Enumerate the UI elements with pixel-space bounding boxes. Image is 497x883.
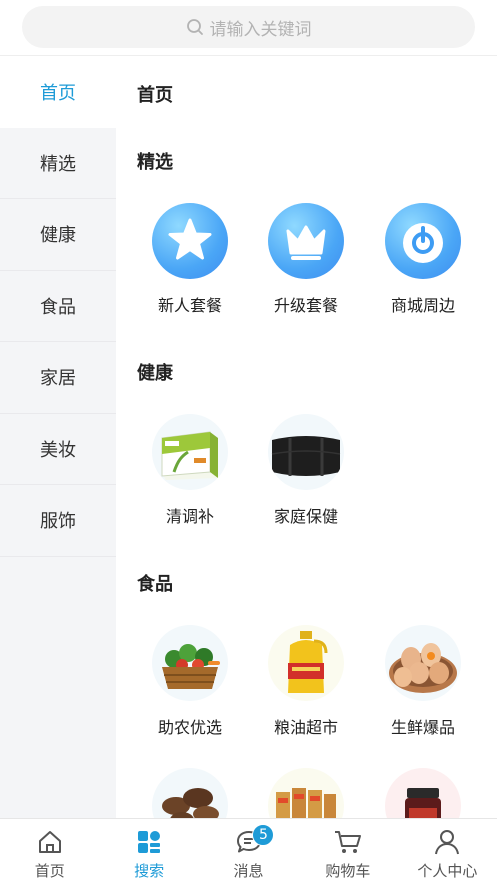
mushroom-image (152, 768, 228, 818)
snack-packs-image (268, 768, 344, 818)
section-title-food: 食品 (137, 574, 173, 595)
sidebar-item-health[interactable]: 健康 (0, 199, 116, 271)
power-icon (385, 203, 461, 279)
category-tile[interactable] (256, 768, 356, 818)
page-title: 首页 (137, 85, 173, 106)
search-placeholder: 请输入关键词 (209, 19, 312, 40)
tab-search[interactable]: 搜索 (99, 819, 198, 883)
cart-icon (334, 831, 361, 853)
sidebar-item-home[interactable]: 首页 (0, 56, 116, 128)
grid-search-icon (138, 831, 161, 853)
tile-label: 商城周边 (390, 296, 455, 315)
supplement-box-image (152, 414, 228, 490)
tile-label: 新人套餐 (157, 296, 222, 315)
tab-label: 消息 (233, 862, 264, 880)
section-title-health: 健康 (137, 363, 173, 384)
tile-label: 清调补 (165, 507, 214, 526)
message-badge: 5 (252, 824, 275, 846)
category-tile[interactable] (373, 768, 473, 818)
category-tile[interactable]: 清调补 (140, 414, 240, 527)
eggs-image (385, 625, 461, 701)
search-icon (186, 19, 203, 35)
sidebar-item-label: 首页 (40, 82, 76, 104)
category-content: 首页 精选 新人套餐 升级套餐 商城周边 健康 清调补 家庭保健 食品 助农优选… (116, 56, 497, 818)
category-tile[interactable]: 家庭保健 (256, 414, 356, 527)
category-tile[interactable]: 生鲜爆品 (373, 625, 473, 738)
category-tile[interactable]: 商城周边 (373, 203, 473, 316)
search-bar: 请输入关键词 (0, 0, 497, 56)
sidebar-item-featured[interactable]: 精选 (0, 128, 116, 199)
tab-profile[interactable]: 个人中心 (398, 819, 497, 883)
home-icon (38, 831, 61, 853)
tab-messages[interactable]: 5 消息 (199, 819, 298, 883)
oil-bottle-image (268, 625, 344, 701)
sidebar-item-label: 家居 (40, 368, 76, 390)
tab-cart[interactable]: 购物车 (298, 819, 397, 883)
tab-home[interactable]: 首页 (0, 819, 99, 883)
sidebar-item-label: 食品 (40, 296, 76, 318)
crown-icon (268, 203, 344, 279)
user-icon (435, 830, 460, 855)
category-sidebar: 首页 精选 健康 食品 家居 美妆 服饰 (0, 56, 116, 818)
tab-label: 首页 (34, 862, 65, 880)
sidebar-item-label: 美妆 (40, 439, 76, 461)
category-tile[interactable]: 助农优选 (140, 625, 240, 738)
sidebar-item-apparel[interactable]: 服饰 (0, 485, 116, 557)
tile-label: 升级套餐 (273, 296, 338, 315)
section-title-featured: 精选 (137, 152, 173, 173)
sidebar-item-label: 服饰 (40, 511, 76, 533)
sidebar-item-label: 精选 (40, 153, 76, 175)
sidebar-item-home-living[interactable]: 家居 (0, 342, 116, 414)
search-input[interactable]: 请输入关键词 (22, 6, 475, 48)
tile-label: 粮油超市 (273, 718, 338, 737)
sidebar-item-label: 健康 (40, 225, 76, 247)
category-tile[interactable]: 粮油超市 (256, 625, 356, 738)
category-tile[interactable] (140, 768, 240, 818)
jar-image (385, 768, 461, 818)
tab-label: 个人中心 (417, 862, 478, 880)
tile-label: 家庭保健 (273, 507, 338, 526)
tile-label: 助农优选 (157, 718, 222, 737)
tab-label: 搜索 (134, 862, 165, 880)
tile-label: 生鲜爆品 (390, 718, 455, 737)
waist-belt-image (268, 414, 344, 490)
tab-label: 购物车 (325, 862, 371, 880)
bottom-tab-bar: 首页 搜索 5 消息 购物车 个人中心 (0, 818, 497, 883)
star-icon (152, 203, 228, 279)
sidebar-item-food[interactable]: 食品 (0, 271, 116, 342)
sidebar-item-beauty[interactable]: 美妆 (0, 414, 116, 485)
vegetable-basket-image (152, 625, 228, 701)
category-tile[interactable]: 升级套餐 (256, 203, 356, 316)
category-tile[interactable]: 新人套餐 (140, 203, 240, 316)
